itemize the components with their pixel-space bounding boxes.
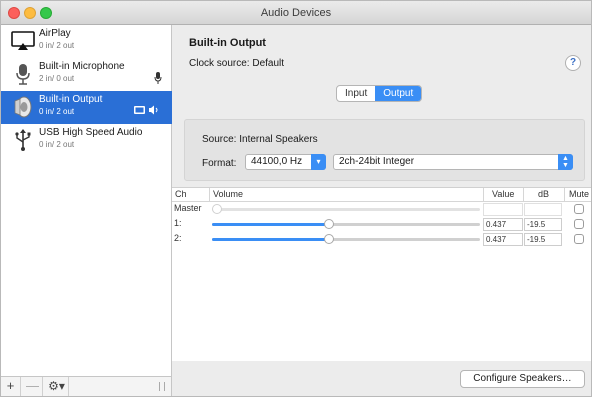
audio-devices-window: Audio Devices AirPlay 0 in/ 2 out Built-… [0,0,592,397]
source-label: Source: Internal Speakers [202,134,318,145]
resize-grip-icon[interactable] [159,382,165,391]
channel-1-value-field[interactable]: 0.437 [483,218,523,231]
channel-label: 2: [174,233,182,243]
title-bar: Audio Devices [1,1,591,25]
format-group [184,119,585,181]
slider-knob[interactable] [324,234,334,244]
device-io: 0 in/ 2 out [39,107,75,116]
remove-device-button[interactable]: — [23,377,43,396]
col-header-db: dB [538,189,550,199]
col-header-volume: Volume [213,189,244,199]
bit-format-value: 2ch-24bit Integer [339,156,415,167]
channel-label: Master [174,203,202,213]
device-item-built-in-output[interactable]: Built-in Output 0 in/ 2 out [1,91,172,124]
device-title: Built-in Output [189,37,266,49]
channel-2-volume-slider[interactable] [212,234,480,244]
gear-menu-button[interactable]: ⚙▾ [45,377,69,396]
help-button[interactable]: ? [565,55,581,71]
slider-knob[interactable] [324,219,334,229]
channel-1-db-field[interactable]: -19.5 [524,218,562,231]
tab-output[interactable]: Output [375,86,422,101]
master-db-field[interactable] [524,203,562,216]
airplay-icon [11,29,35,53]
io-tabs: Input Output [336,85,423,102]
device-io: 2 in/ 0 out [39,74,75,83]
device-name: Built-in Microphone [39,61,125,72]
col-header-ch: Ch [175,189,187,199]
tab-input[interactable]: Input [337,86,375,101]
device-list-toolbar: + — ⚙▾ [1,376,172,396]
col-header-mute: Mute [569,189,590,199]
speaker-icon [11,95,35,119]
device-name: USB High Speed Audio [39,127,143,138]
updown-chevron-icon: ▲ ▼ [558,154,573,170]
configure-speakers-button[interactable]: Configure Speakers… [460,370,585,388]
device-item-built-in-microphone[interactable]: Built-in Microphone 2 in/ 0 out [1,58,172,91]
channel-1-mute-checkbox[interactable] [574,219,584,229]
device-io: 0 in/ 2 out [39,41,75,50]
col-header-value: Value [492,189,515,199]
device-name: Built-in Output [39,94,103,105]
usb-icon [11,128,35,152]
device-name: AirPlay [39,28,71,39]
default-input-mic-icon [154,72,162,87]
clock-source: Clock source: Default [189,58,285,69]
chevron-down-icon: ▾ [311,154,326,170]
sample-rate-select[interactable]: 44100,0 Hz ▾ [245,154,326,170]
channel-2-db-field[interactable]: -19.5 [524,233,562,246]
device-item-usb-high-speed-audio[interactable]: USB High Speed Audio 0 in/ 2 out [1,124,172,157]
bit-format-select[interactable]: 2ch-24bit Integer ▲ ▼ [333,154,573,170]
device-list: AirPlay 0 in/ 2 out Built-in Microphone … [1,25,172,376]
slider-knob[interactable] [212,204,222,214]
sample-rate-value: 44100,0 Hz [251,156,303,167]
device-io: 0 in/ 2 out [39,140,75,149]
microphone-icon [11,62,35,86]
channel-label: 1: [174,218,182,228]
master-volume-slider[interactable] [212,204,480,214]
channel-2-mute-checkbox[interactable] [574,234,584,244]
device-item-airplay[interactable]: AirPlay 0 in/ 2 out [1,25,172,58]
window-title: Audio Devices [260,7,332,19]
format-label: Format: [202,158,237,169]
default-output-badges [134,105,160,118]
channel-table: Ch Volume Value dB Mute Master 1: 0.437 … [172,187,591,361]
channel-1-volume-slider[interactable] [212,219,480,229]
master-value-field[interactable] [483,203,523,216]
master-mute-checkbox[interactable] [574,204,584,214]
add-device-button[interactable]: + [1,377,21,396]
channel-2-value-field[interactable]: 0.437 [483,233,523,246]
